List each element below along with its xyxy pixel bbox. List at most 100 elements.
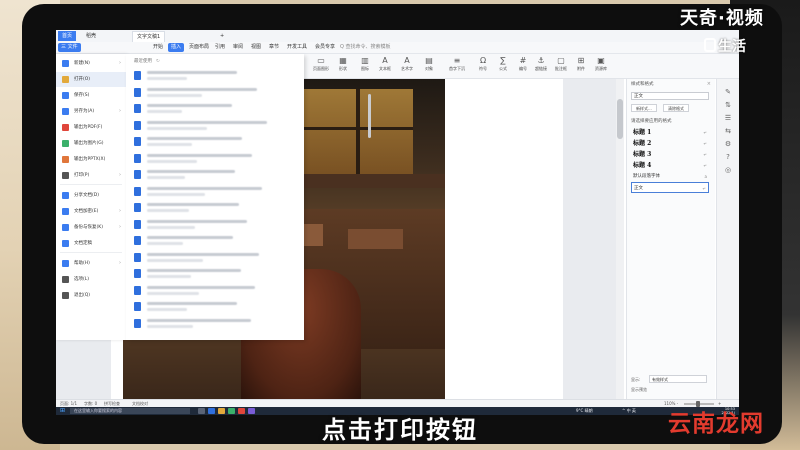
ribbon-hyperlink[interactable]: ⚓ 超链接 [530, 56, 552, 76]
settings-icon[interactable]: ⚙ [723, 139, 733, 149]
style-item[interactable]: 正文 ↵ [631, 182, 709, 193]
file-menu-item-label: 打开(O) [74, 77, 91, 82]
menu-item-references[interactable]: 引用 [212, 43, 228, 52]
scroll-thumb[interactable] [617, 99, 623, 139]
new-style-button[interactable]: 新样式... [631, 104, 657, 112]
ribbon-wordart[interactable]: A 艺术字 [396, 56, 418, 76]
file-menu-item[interactable]: 打开(O) [56, 72, 126, 87]
shapes-icon: ▦ [339, 56, 347, 65]
file-menu-item[interactable]: 文档定稿 [56, 236, 126, 251]
blurred-filename [147, 269, 241, 272]
refresh-icon[interactable]: ↻ [156, 59, 160, 64]
menu-item-review[interactable]: 审阅 [230, 43, 246, 52]
list-icon[interactable]: ☰ [723, 113, 733, 123]
current-style-select[interactable]: 正文 [631, 92, 709, 100]
file-menu-item[interactable]: 文档加密(E) › [56, 204, 126, 219]
ribbon-label: 页面图形 [313, 66, 329, 71]
recent-document-item[interactable] [134, 200, 300, 216]
ribbon-symbol[interactable]: Ω 符号 [472, 56, 494, 76]
style-item[interactable]: 标题 4 ↵ [631, 160, 709, 171]
photo-box [348, 229, 403, 249]
ribbon-formula[interactable]: ∑ 公式 [492, 56, 514, 76]
recent-document-item[interactable] [134, 233, 300, 249]
recent-document-item[interactable] [134, 85, 300, 101]
tab-document[interactable]: 文字文稿1 [132, 31, 166, 42]
menu-item-insert[interactable]: 插入 [168, 43, 185, 52]
recent-document-item[interactable] [134, 184, 300, 200]
ribbon-resource-library[interactable]: ▣ 资源库 [590, 56, 612, 76]
ribbon-page-shape[interactable]: ▭ 页面图形 [310, 56, 332, 76]
target-icon[interactable]: ◎ [723, 165, 733, 175]
menu-item-home[interactable]: 开始 [150, 43, 166, 52]
file-menu-item[interactable]: 保存(S) [56, 88, 126, 103]
style-mark-icon: ↵ [703, 163, 707, 168]
menu-item-member[interactable]: 会员专享 [312, 43, 338, 52]
chevron-right-icon: › [119, 224, 121, 230]
recent-scrollbar[interactable] [368, 94, 371, 138]
recent-document-item[interactable] [134, 217, 300, 233]
file-menu-item[interactable]: 退出(Q) [56, 288, 126, 303]
menu-item-icon [62, 192, 69, 199]
file-menu-item-label: 另存为(A) [74, 109, 95, 114]
style-item[interactable]: 默认段落字体 a [631, 171, 709, 182]
edit-icon[interactable]: ✎ [723, 87, 733, 97]
recent-document-item[interactable] [134, 134, 300, 150]
ribbon-icons[interactable]: ▥ 图标 [354, 56, 376, 76]
wordart-icon: A [404, 56, 410, 65]
style-mark-icon: ↵ [703, 141, 707, 146]
ribbon-dropcap[interactable]: ≡ 首字下沉 [446, 56, 468, 76]
file-menu-item[interactable]: 输出为图片(G) [56, 136, 126, 151]
ribbon-textbox[interactable]: A 文本框 [374, 56, 396, 76]
tab-home[interactable]: 首页 [58, 31, 77, 41]
recent-header: 最近使用 ↻ [134, 58, 160, 65]
recent-document-item[interactable] [134, 101, 300, 117]
help-icon[interactable]: ? [723, 152, 733, 162]
ribbon-attachment[interactable]: ⊞ 附件 [570, 56, 592, 76]
document-icon [134, 269, 141, 278]
recent-document-item[interactable] [134, 299, 300, 315]
document-icon [134, 71, 141, 80]
file-menu-item[interactable]: 新建(N) › [56, 56, 126, 71]
menu-item-layout[interactable]: 页面布局 [186, 43, 212, 52]
file-menu-item[interactable]: 选项(L) [56, 272, 126, 287]
show-preview-checkbox[interactable]: 显示预览 [631, 386, 647, 393]
vertical-scrollbar[interactable] [616, 79, 624, 399]
site-watermark: 云南龙网 [668, 411, 764, 437]
close-icon[interactable]: × [707, 81, 711, 88]
menu-item-devtools[interactable]: 开发工具 [284, 43, 310, 52]
new-tab-button[interactable]: + [216, 31, 228, 41]
menu-item-icon [62, 208, 69, 215]
command-search[interactable]: Q 查找命令、搜索模板 [340, 43, 391, 52]
recent-document-item[interactable] [134, 151, 300, 167]
file-menu-item[interactable]: 备份与恢复(K) › [56, 220, 126, 235]
file-menu-item[interactable]: 打印(P) › [56, 168, 126, 183]
menu-item-view[interactable]: 视图 [248, 43, 264, 52]
recent-document-item[interactable] [134, 68, 300, 84]
show-filter-select[interactable]: 有效样式 [649, 375, 707, 383]
document-icon [134, 104, 141, 113]
recent-document-item[interactable] [134, 167, 300, 183]
recent-document-item[interactable] [134, 316, 300, 332]
file-menu-item[interactable]: 输出为PPTX(X) [56, 152, 126, 167]
clear-format-button[interactable]: 清除格式 [663, 104, 689, 112]
file-menu-item[interactable]: 输出为PDF(F) [56, 120, 126, 135]
recent-document-item[interactable] [134, 283, 300, 299]
file-menu-item[interactable]: 分享文档(D) [56, 188, 126, 203]
sort-icon[interactable]: ⇅ [723, 100, 733, 110]
file-menu-button[interactable]: 三 文件 [58, 43, 81, 52]
ribbon-object[interactable]: ▤ 对象 [418, 56, 440, 76]
ribbon-shapes[interactable]: ▦ 形状 [332, 56, 354, 76]
file-menu-item[interactable]: 另存为(A) › [56, 104, 126, 119]
menu-item-section[interactable]: 章节 [266, 43, 282, 52]
recent-document-item[interactable] [134, 266, 300, 282]
style-item[interactable]: 标题 3 ↵ [631, 149, 709, 160]
style-item[interactable]: 标题 2 ↵ [631, 138, 709, 149]
recent-document-item[interactable] [134, 118, 300, 134]
tab-docer[interactable]: 稻壳 [82, 31, 100, 41]
file-menu-item[interactable]: 帮助(H) › [56, 256, 126, 271]
swap-icon[interactable]: ⇆ [723, 126, 733, 136]
ribbon-comment-box[interactable]: ▢ 批注框 [550, 56, 572, 76]
style-item[interactable]: 标题 1 ↵ [631, 127, 709, 138]
recent-document-item[interactable] [134, 250, 300, 266]
style-name: 默认段落字体 [633, 174, 660, 179]
